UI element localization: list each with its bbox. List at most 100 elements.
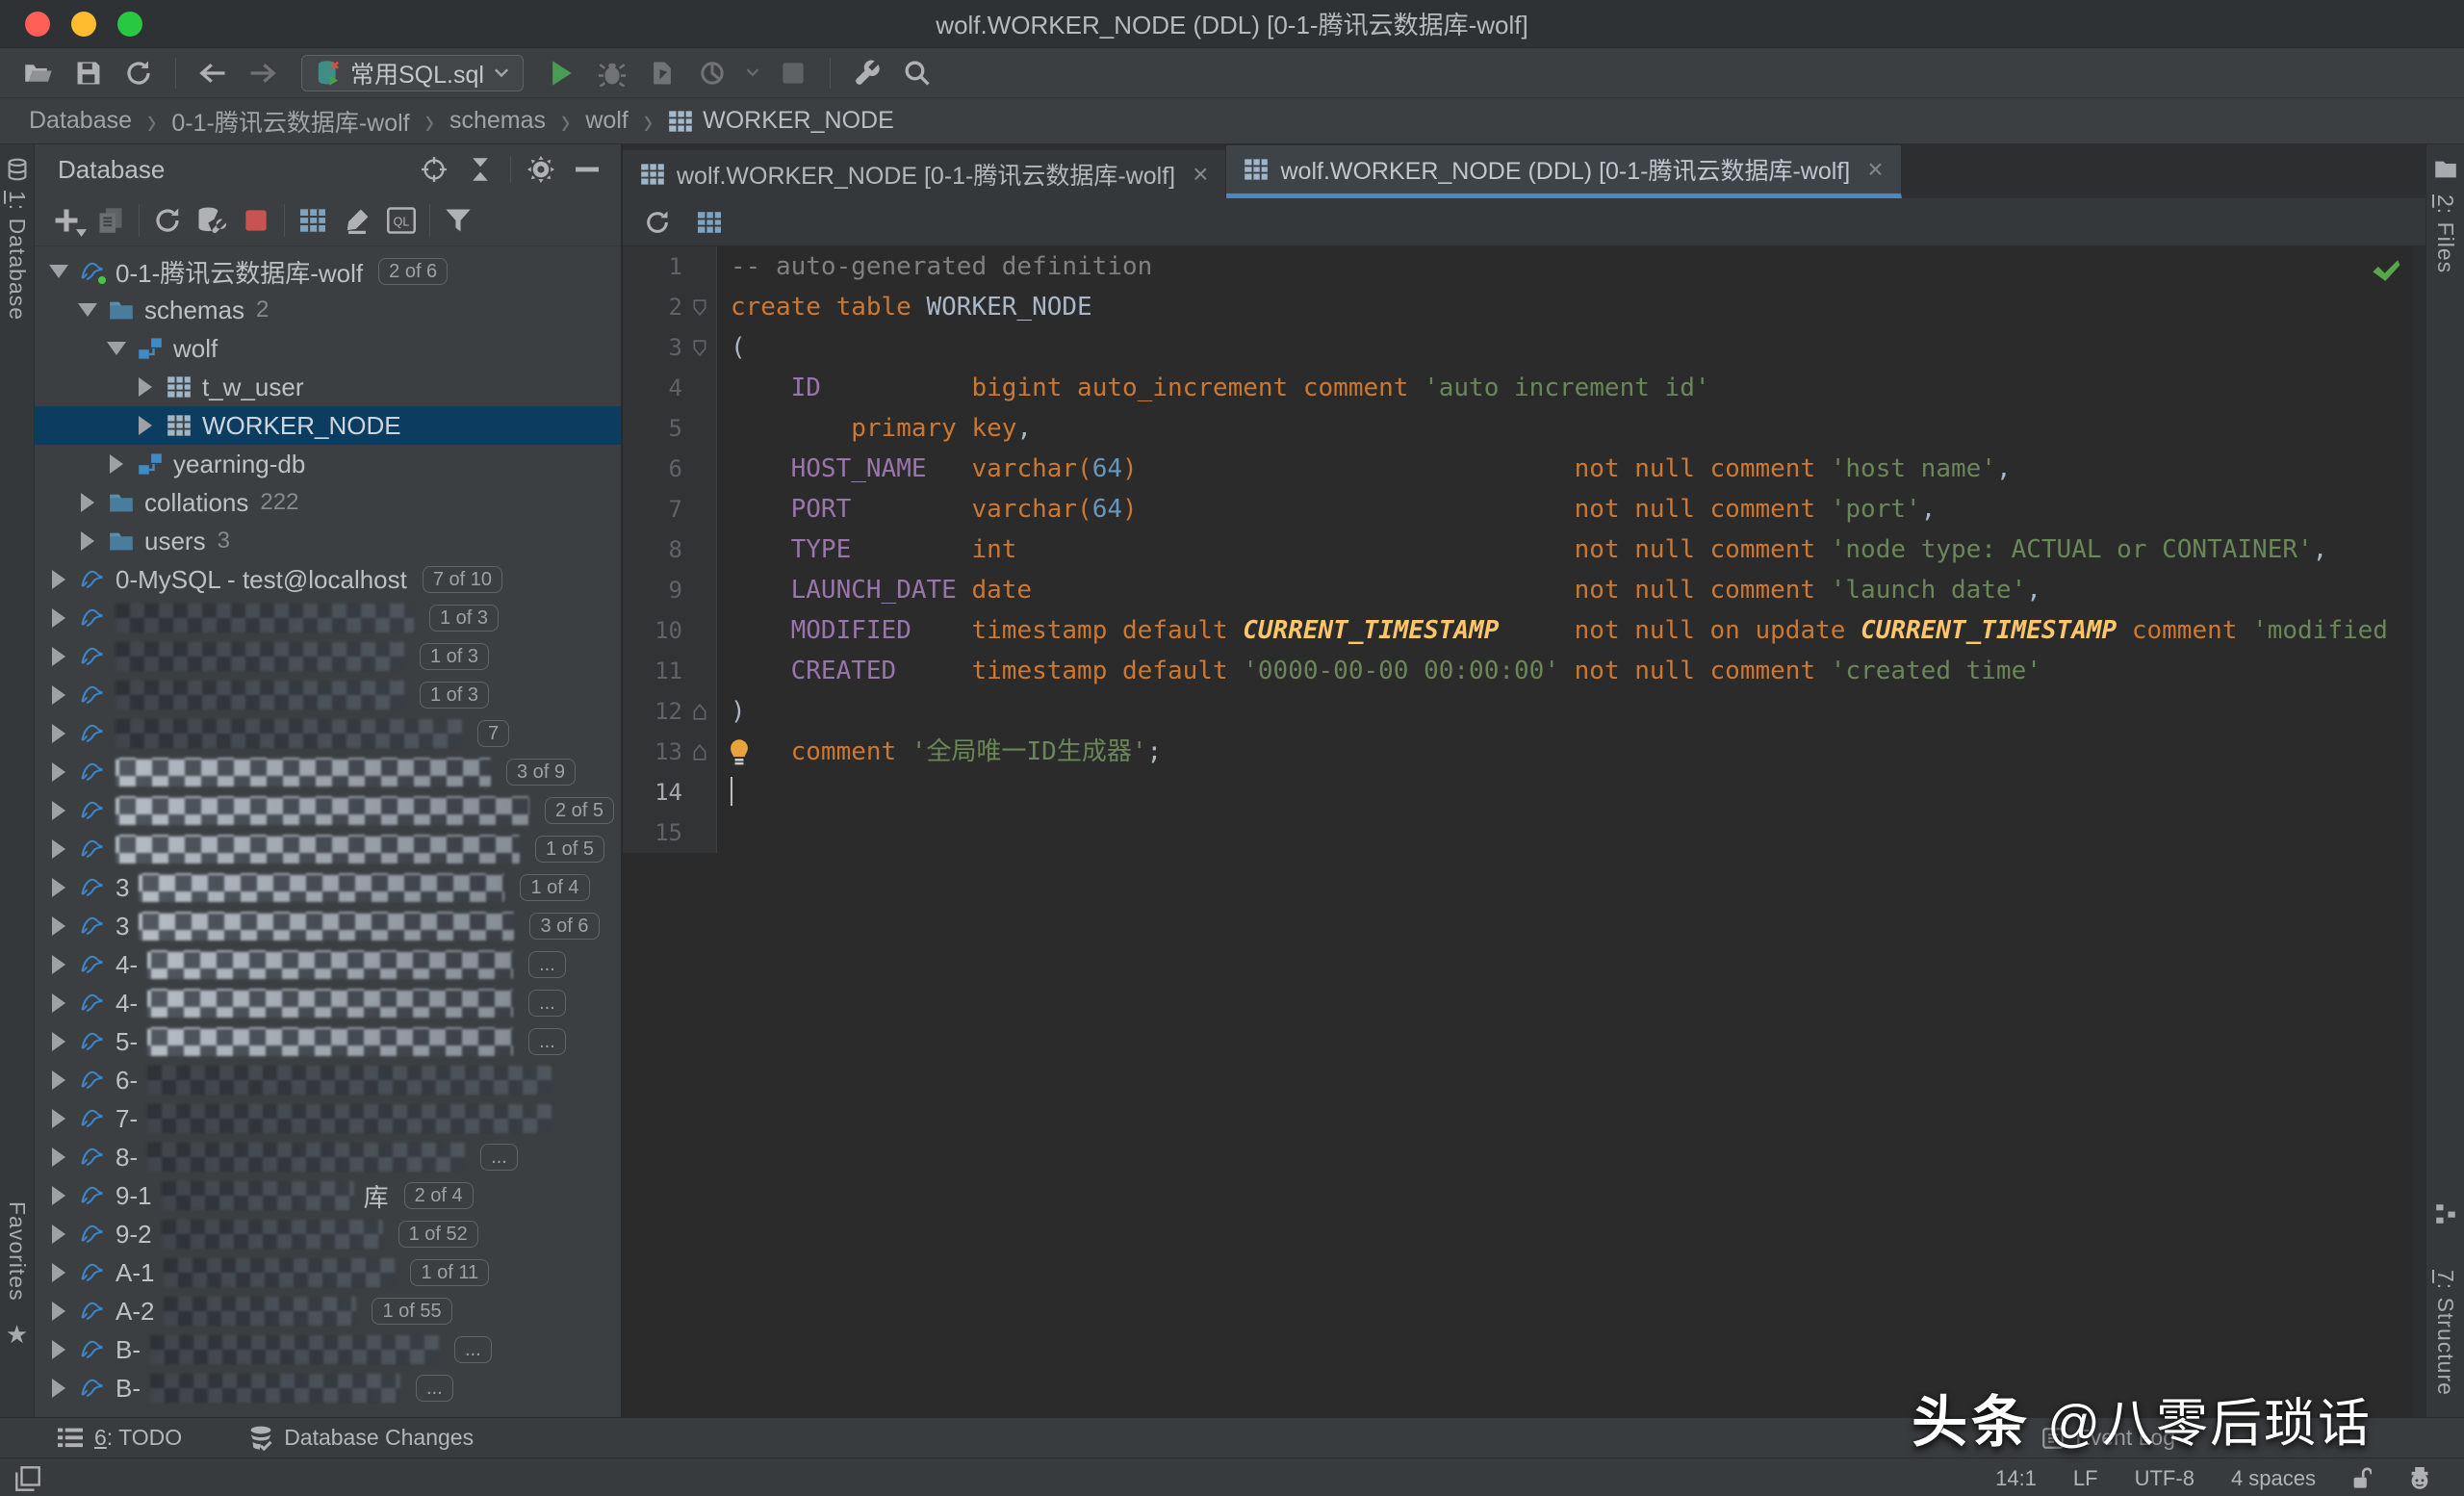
chevron-right-icon[interactable] [48,877,69,898]
add-datasource-icon[interactable] [44,200,89,241]
code-line[interactable]: 9 LAUNCH_DATE date not null comment 'lau… [623,570,2426,610]
tree-row[interactable]: B-... [35,1369,621,1407]
refresh-icon[interactable] [145,200,190,241]
tree-row[interactable]: 0-1-腾讯云数据库-wolf2 of 6 [35,252,621,291]
run-configuration-select[interactable]: 常用SQL.sql [301,55,524,91]
code-line[interactable]: 7 PORT varchar(64) not null comment 'por… [623,489,2426,529]
inspections-ok-check-icon[interactable] [2372,258,2400,283]
code-line[interactable]: 10 MODIFIED timestamp default CURRENT_TI… [623,610,2426,651]
gear-icon[interactable] [521,151,561,188]
tree-row[interactable]: 0-MySQL - test@localhost7 of 10 [35,560,621,599]
tree-row[interactable]: 9-21 of 52 [35,1215,621,1253]
chevron-right-icon[interactable] [135,376,156,398]
code-line[interactable]: 5 primary key, [623,408,2426,449]
tree-row[interactable]: 1 of 3 [35,599,621,637]
tool-window-switcher-icon[interactable] [15,1466,40,1491]
chevron-right-icon[interactable] [48,1031,69,1052]
database-changes-button[interactable]: Database Changes [249,1425,474,1451]
tree-row[interactable]: 5-... [35,1022,621,1061]
tree-row[interactable]: B-... [35,1330,621,1369]
editor-scrollbar[interactable] [2412,246,2426,1417]
chevron-right-icon[interactable] [48,1262,69,1283]
tree-row[interactable]: users3 [35,522,621,560]
chevron-right-icon[interactable] [48,1070,69,1091]
breadcrumb-datasource[interactable]: 0-1-腾讯云数据库-wolf [166,104,415,139]
chevron-right-icon[interactable] [48,1147,69,1168]
fold-marker-icon[interactable] [682,732,717,772]
unlock-icon[interactable] [2352,1467,2372,1490]
chevron-right-icon[interactable] [48,838,69,860]
tree-row[interactable]: 4-... [35,984,621,1022]
breadcrumb-table[interactable]: WORKER_NODE [662,107,900,135]
chevron-right-icon[interactable] [48,761,69,783]
close-icon[interactable]: × [1867,154,1883,185]
stop-connection-icon[interactable] [234,200,278,241]
code-line[interactable]: 12) [623,691,2426,732]
chevron-right-icon[interactable] [48,1185,69,1206]
tree-row[interactable]: 1 of 3 [35,676,621,714]
tree-row[interactable]: A-11 of 11 [35,1253,621,1292]
run-icon[interactable] [541,54,583,92]
code-line[interactable]: 14 [623,772,2426,812]
tree-row[interactable]: 7- [35,1099,621,1138]
tree-row[interactable]: WORKER_NODE [35,406,621,445]
hide-panel-icon[interactable] [567,151,607,188]
tree-row[interactable]: 6- [35,1061,621,1099]
chevron-right-icon[interactable] [48,1224,69,1245]
code-editor[interactable]: 1-- auto-generated definition2create tab… [623,246,2426,1417]
tree-row[interactable]: 3 of 9 [35,753,621,791]
chevron-right-icon[interactable] [48,684,69,706]
chevron-right-icon[interactable] [48,800,69,821]
chevron-right-icon[interactable] [135,415,156,436]
fold-marker-icon[interactable] [682,287,717,327]
code-line[interactable]: 8 TYPE int not null comment 'node type: … [623,529,2426,570]
fold-marker-icon[interactable] [682,691,717,732]
code-line[interactable]: 6 HOST_NAME varchar(64) not null comment… [623,449,2426,489]
jump-to-console-icon[interactable]: QL [379,200,424,241]
chevron-right-icon[interactable] [48,569,69,590]
line-separator[interactable]: LF [2073,1466,2098,1491]
code-line[interactable]: 1-- auto-generated definition [623,246,2426,287]
chevron-right-icon[interactable] [77,492,98,513]
code-line[interactable]: 11 CREATED timestamp default '0000-00-00… [623,651,2426,691]
tool-window-button-structure[interactable]: 7: Structure [2432,1270,2458,1396]
refresh-icon[interactable] [636,203,679,242]
chevron-down-icon[interactable] [77,299,98,321]
breadcrumb-schemas[interactable]: schemas [444,107,552,135]
hector-inspector-icon[interactable] [2408,1467,2431,1490]
coverage-chevron-down-icon[interactable] [741,54,764,92]
chevron-right-icon[interactable] [77,530,98,552]
close-icon[interactable]: × [1193,159,1208,190]
chevron-down-icon[interactable] [48,261,69,282]
settings-wrench-icon[interactable] [846,54,888,92]
editor-tab[interactable]: wolf.WORKER_NODE [0-1-腾讯云数据库-wolf]× [623,150,1226,198]
tree-row[interactable]: 1 of 5 [35,830,621,868]
tool-window-button-files[interactable]: 2: Files [2432,194,2458,273]
chevron-right-icon[interactable] [48,916,69,937]
tree-row[interactable]: yearning-db [35,445,621,483]
open-in-table-editor-icon[interactable] [688,203,731,242]
debug-icon[interactable] [591,54,633,92]
chevron-right-icon[interactable] [48,723,69,744]
save-icon[interactable] [67,54,110,92]
chevron-right-icon[interactable] [48,646,69,667]
tree-row[interactable]: 9-1库2 of 4 [35,1176,621,1215]
tree-row[interactable]: 33 of 6 [35,907,621,945]
tree-row[interactable]: 2 of 5 [35,791,621,830]
tree-row[interactable]: 1 of 3 [35,637,621,676]
run-with-coverage-icon[interactable] [691,54,733,92]
open-icon[interactable] [17,54,60,92]
tree-row[interactable]: 31 of 4 [35,868,621,907]
sync-icon[interactable] [117,54,160,92]
tool-window-button-favorites[interactable]: Favorites [4,1201,30,1302]
chevron-right-icon[interactable] [48,1301,69,1322]
chevron-right-icon[interactable] [48,1339,69,1360]
code-line[interactable]: 4 ID bigint auto_increment comment 'auto… [623,368,2426,408]
chevron-right-icon[interactable] [106,453,127,475]
intention-bulb-icon[interactable] [727,738,752,765]
tree-row[interactable]: collations222 [35,483,621,522]
locate-object-icon[interactable] [414,151,454,188]
search-icon[interactable] [896,54,938,92]
file-encoding[interactable]: UTF-8 [2135,1466,2194,1491]
code-line[interactable]: 13 comment '全局唯一ID生成器'; [623,732,2426,772]
